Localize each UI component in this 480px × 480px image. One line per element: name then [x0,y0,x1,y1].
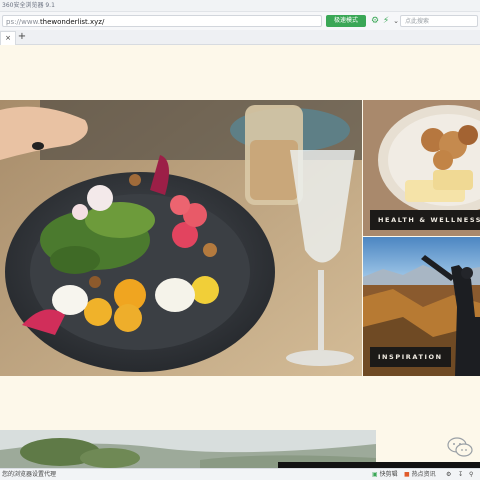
status-item-label: 热点资讯 [411,471,436,478]
new-tab-button[interactable]: + [17,31,27,43]
tile-health-wellness[interactable]: HEALTH & WELLNESS [363,100,480,236]
tab-strip: × + [0,30,480,45]
window-title: 360安全浏览器 9.1 [2,2,55,9]
salad-plate-illustration [0,100,362,376]
tab-active[interactable]: × [0,31,16,45]
status-item-label: 快剪辑 [379,471,398,478]
hero-food-photo[interactable] [0,100,362,376]
tile-inspiration[interactable]: INSPIRATION [363,237,480,376]
search-input[interactable]: 点此搜索 [400,15,478,27]
speed-mode-button[interactable]: 极速模式 [326,15,366,27]
tile-label: INSPIRATION [370,347,451,367]
video-icon: ▣ [372,471,378,478]
settings-icon[interactable]: ⚙ [446,469,451,480]
address-row: ps://www.thewonderlist.xyz/ 极速模式 ⚙ ⚡ ⌄ 点… [0,12,480,31]
url-input[interactable]: ps://www.thewonderlist.xyz/ [2,15,322,27]
close-icon[interactable]: × [5,34,11,42]
url-protocol: ps://www. [6,18,40,26]
status-text: 您的浏览器设置代理 [2,471,57,478]
zoom-icon[interactable]: ⚲ [469,469,473,480]
status-item-news[interactable]: ■ 热点资讯 [404,469,436,480]
wechat-logo-icon [447,437,473,457]
download-icon[interactable]: ↧ [458,469,463,480]
news-icon: ■ [404,471,410,478]
status-bar: 您的浏览器设置代理 ▣ 快剪辑 ■ 热点资讯 ⚙ ↧ ⚲ [0,468,480,480]
browser-window: 360安全浏览器 9.1 ps://www.thewonderlist.xyz/… [0,0,480,480]
window-titlebar: 360安全浏览器 9.1 [0,0,480,12]
url-domain: thewonderlist.xyz/ [39,18,105,26]
status-item-kuaijianji[interactable]: ▣ 快剪辑 [372,469,398,480]
tile-label: HEALTH & WELLNESS [370,210,480,230]
